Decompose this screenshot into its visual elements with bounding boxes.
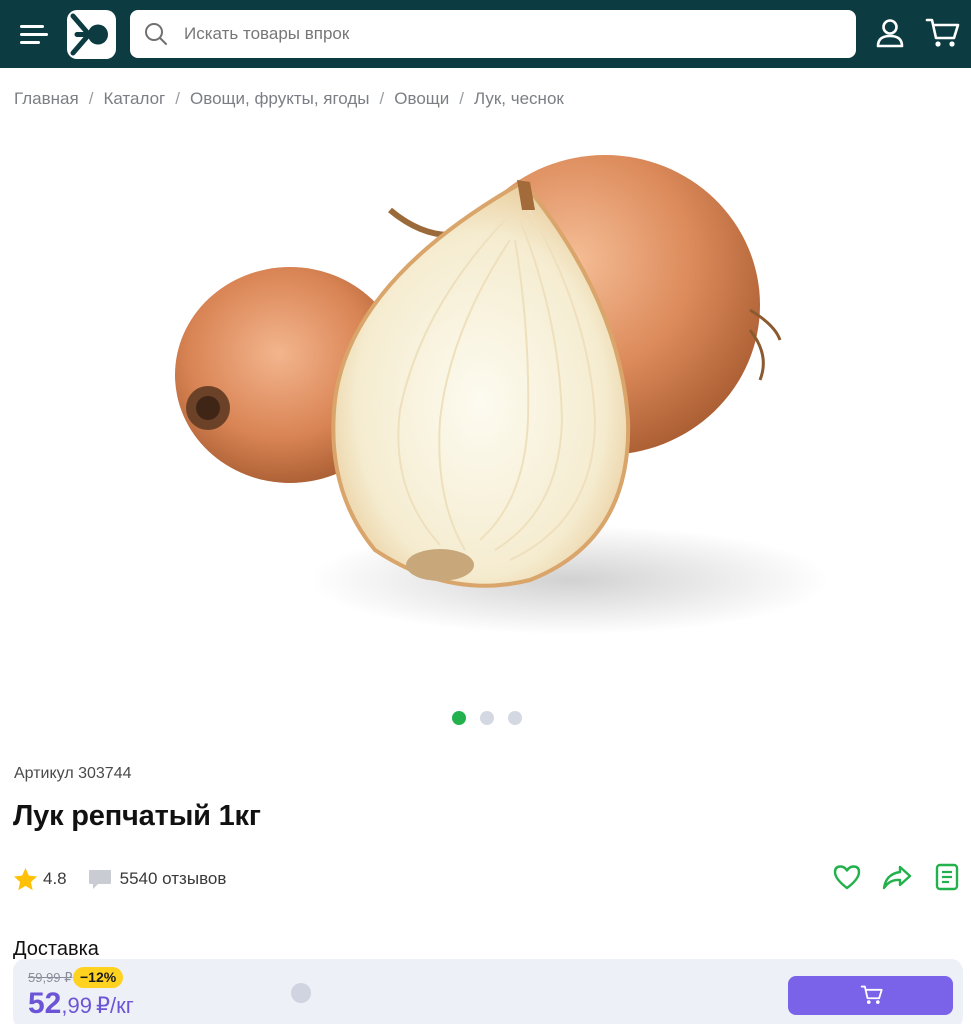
share-icon[interactable] — [882, 862, 912, 892]
price-fraction: ,99 — [61, 993, 92, 1018]
menu-icon[interactable] — [16, 19, 50, 49]
breadcrumb-item-catalog[interactable]: Каталог — [103, 89, 165, 109]
cart-icon[interactable] — [925, 16, 961, 50]
product-actions — [832, 862, 962, 892]
product-title: Лук репчатый 1кг — [13, 800, 261, 832]
breadcrumb-item-vegetables-fruits-berries[interactable]: Овощи, фрукты, ягоды — [190, 89, 370, 109]
search-input[interactable] — [184, 10, 844, 58]
gallery-pagination — [452, 711, 522, 725]
breadcrumb: Главная / Каталог / Овощи, фрукты, ягоды… — [14, 88, 564, 110]
search-icon — [144, 22, 168, 46]
discount-badge: −12% — [73, 967, 124, 988]
current-price: 52,99 ₽/кг — [28, 987, 134, 1021]
search-bar[interactable] — [130, 10, 856, 58]
breadcrumb-separator: / — [379, 89, 385, 108]
note-list-icon[interactable] — [932, 862, 962, 892]
add-to-cart-button[interactable] — [788, 976, 953, 1015]
comment-icon — [87, 866, 113, 892]
gallery-dot-3[interactable] — [508, 711, 522, 725]
old-price: 59,99 ₽ — [28, 970, 73, 985]
gallery-dot-2[interactable] — [480, 711, 494, 725]
cart-icon — [860, 985, 883, 1004]
product-article: Артикул 303744 — [14, 765, 132, 782]
info-icon — [291, 983, 311, 1003]
rating-row: 4.8 5540 отзывов — [12, 864, 226, 894]
heart-icon[interactable] — [832, 862, 862, 892]
breadcrumb-item-onion-garlic[interactable]: Лук, чеснок — [474, 89, 564, 109]
reviews-link[interactable]: 5540 отзывов — [87, 866, 227, 892]
gallery-dot-1[interactable] — [452, 711, 466, 725]
price-bar: 59,99 ₽ −12% 52,99 ₽/кг — [13, 959, 963, 1024]
rating-value: 4.8 — [43, 869, 67, 888]
top-header — [0, 0, 971, 68]
breadcrumb-separator: / — [88, 89, 94, 108]
breadcrumb-item-vegetables[interactable]: Овощи — [394, 89, 449, 109]
star-icon — [12, 866, 39, 893]
product-image[interactable] — [150, 140, 830, 670]
user-icon[interactable] — [874, 17, 906, 49]
delivery-heading: Доставка — [13, 938, 99, 960]
price-unit: ₽/кг — [95, 993, 134, 1018]
reviews-count: 5540 отзывов — [119, 869, 227, 888]
price-whole: 52 — [28, 987, 62, 1020]
breadcrumb-separator: / — [175, 89, 180, 108]
logo[interactable] — [67, 10, 116, 59]
breadcrumb-separator: / — [459, 89, 465, 108]
breadcrumb-item-home[interactable]: Главная — [14, 89, 79, 109]
